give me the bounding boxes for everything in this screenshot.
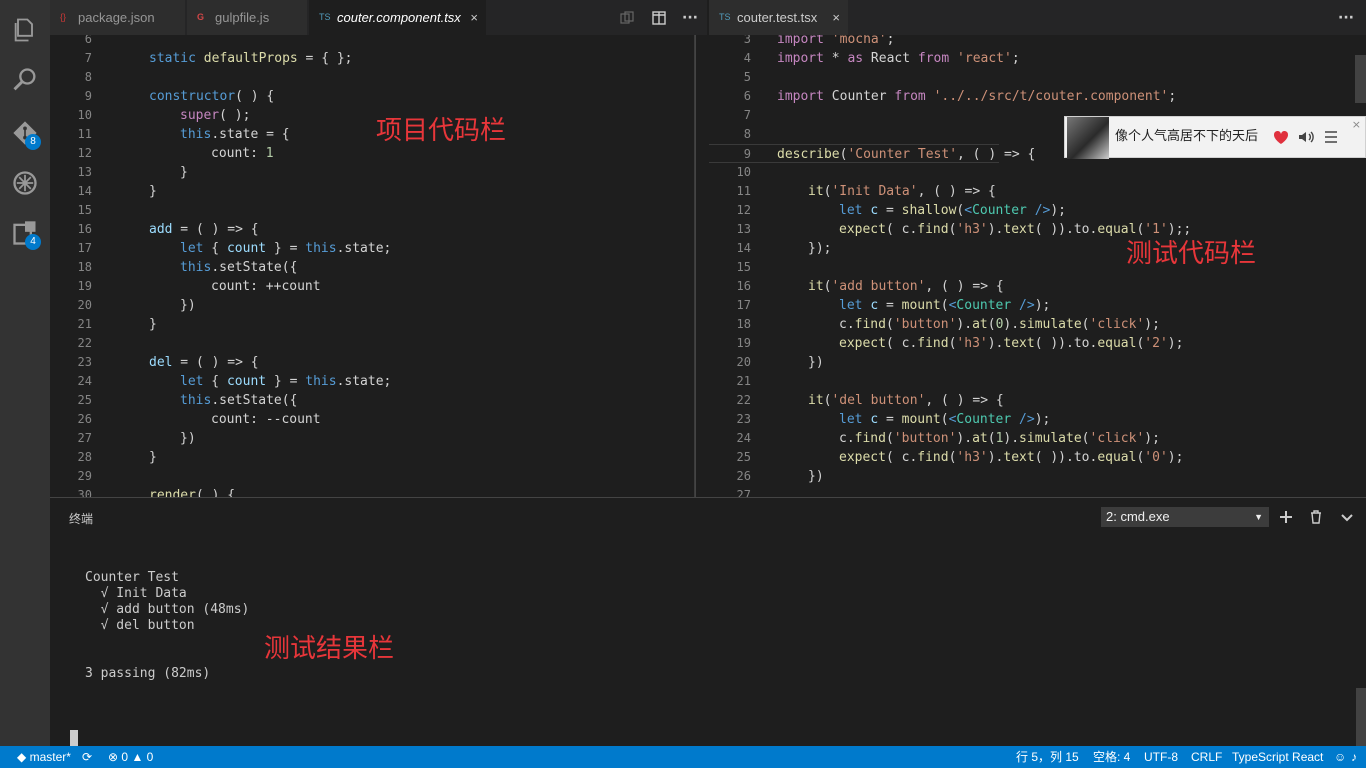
album-art[interactable] xyxy=(1067,117,1109,159)
problems-indicator[interactable]: ⊗ 0 ▲ 0 xyxy=(108,746,153,768)
git-branch-icon: ◆ xyxy=(17,750,27,764)
test-result-annotation: 测试结果栏 xyxy=(264,634,395,664)
status-bar: ◆ master* ⟳ ⊗ 0 ▲ 0 行 5，列 15 空格: 4 UTF-8… xyxy=(0,746,1366,768)
editor-splitter[interactable] xyxy=(695,35,709,497)
tab-gulpfile[interactable]: G gulpfile.js xyxy=(187,0,308,35)
split-editor-icon xyxy=(652,10,666,25)
terminal-line: 3 passing (82ms) xyxy=(85,666,211,681)
more-actions-button[interactable]: ··· xyxy=(1331,0,1361,35)
tab-label: gulpfile.js xyxy=(215,10,270,25)
tab-label: couter.component.tsx xyxy=(337,10,461,25)
extensions-button[interactable]: 4 xyxy=(0,208,50,258)
indentation[interactable]: 空格: 4 xyxy=(1093,746,1130,768)
split-editor-button[interactable] xyxy=(644,0,674,35)
cursor-position[interactable]: 行 5，列 15 xyxy=(1016,746,1079,768)
close-icon[interactable]: × xyxy=(1352,118,1361,131)
chevron-down-icon: ▼ xyxy=(1254,512,1263,522)
sync-icon[interactable]: ⟳ xyxy=(82,746,92,768)
error-icon: ⊗ xyxy=(108,750,119,764)
song-title: 像个人气高居不下的天后 xyxy=(1115,129,1259,144)
open-changes-icon xyxy=(620,10,634,24)
tsx-file-icon: TS xyxy=(319,12,331,22)
language-mode[interactable]: TypeScript React xyxy=(1232,746,1323,768)
more-actions-button[interactable]: ··· xyxy=(675,0,705,35)
right-tab-bar: TS couter.test.tsx × ··· xyxy=(709,0,1366,35)
error-count: 0 xyxy=(121,750,129,764)
source-control-button[interactable]: 8 xyxy=(0,108,50,158)
encoding[interactable]: UTF-8 xyxy=(1144,746,1178,768)
branch-name: master* xyxy=(29,750,71,764)
music-mini-player[interactable]: 像个人气高居不下的天后 × xyxy=(1064,116,1366,159)
new-terminal-button[interactable] xyxy=(1276,507,1296,527)
terminal-selected: 2: cmd.exe xyxy=(1106,509,1170,524)
plus-icon xyxy=(1280,511,1292,523)
branch-indicator[interactable]: ◆ master* xyxy=(17,746,71,768)
smiley-icon[interactable]: ☺ xyxy=(1334,746,1346,768)
terminal-output[interactable]: Counter Test √ Init Data √ add button (4… xyxy=(85,570,249,682)
left-tab-bar: {} package.json G gulpfile.js TS couter.… xyxy=(50,0,707,35)
trash-icon xyxy=(1311,510,1321,524)
tab-label: package.json xyxy=(78,10,155,25)
json-file-icon: {} xyxy=(60,12,67,22)
open-changes-button[interactable] xyxy=(612,0,642,35)
search-button[interactable] xyxy=(0,55,50,105)
test-editor[interactable]: 3 import 'mocha'; 4 import * as React from… xyxy=(709,35,1366,497)
close-icon[interactable]: × xyxy=(832,0,840,35)
search-icon xyxy=(13,68,36,91)
terminal-line: Counter Test xyxy=(85,570,179,585)
warning-count: 0 xyxy=(146,750,154,764)
chevron-down-icon xyxy=(1341,514,1353,522)
debug-icon xyxy=(13,171,37,195)
tsx-file-icon: TS xyxy=(719,12,731,22)
code-line-current: 9 describe('Counter Test', ( ) => { xyxy=(709,144,1035,163)
more-icon: ··· xyxy=(682,9,698,26)
test-code-annotation: 测试代码栏 xyxy=(1126,239,1257,269)
tab-couter-test[interactable]: TS couter.test.tsx × xyxy=(709,0,849,35)
playlist-icon[interactable] xyxy=(1322,128,1340,146)
more-icon: ··· xyxy=(1338,9,1354,26)
tab-label: couter.test.tsx xyxy=(737,10,818,25)
panel-title[interactable]: 终端 xyxy=(69,510,93,527)
scm-badge: 8 xyxy=(25,134,41,150)
debug-button[interactable] xyxy=(0,158,50,208)
project-code-annotation: 项目代码栏 xyxy=(376,116,507,146)
line-ending[interactable]: CRLF xyxy=(1191,746,1222,768)
terminal-line: √ Init Data xyxy=(85,586,187,601)
terminal-line: √ del button xyxy=(85,618,195,633)
terminal-panel: 终端 2: cmd.exe ▼ Counter Test √ Init Data… xyxy=(50,497,1366,746)
heart-icon[interactable] xyxy=(1272,128,1290,146)
explorer-button[interactable] xyxy=(0,5,50,55)
terminal-cursor xyxy=(70,730,78,746)
collapse-panel-button[interactable] xyxy=(1337,507,1357,527)
terminal-select[interactable]: 2: cmd.exe ▼ xyxy=(1101,507,1269,527)
close-icon[interactable]: × xyxy=(470,0,478,35)
tab-couter-component[interactable]: TS couter.component.tsx × xyxy=(309,0,487,35)
activity-bar: 8 4 xyxy=(0,0,50,746)
warning-icon: ▲ xyxy=(131,750,144,764)
volume-icon[interactable] xyxy=(1297,128,1315,146)
kill-terminal-button[interactable] xyxy=(1306,507,1326,527)
component-editor[interactable]: 6 7 static defaultProps = { }; 8 9 constru… xyxy=(50,35,695,497)
test-editor-scrollbar[interactable] xyxy=(1355,55,1366,103)
bell-icon[interactable]: ♪ xyxy=(1351,746,1357,768)
files-icon xyxy=(14,18,33,42)
gulp-file-icon: G xyxy=(197,12,205,22)
terminal-line: √ add button (48ms) xyxy=(85,602,250,617)
terminal-scrollbar[interactable] xyxy=(1356,688,1366,746)
extensions-badge: 4 xyxy=(25,234,41,250)
tab-package-json[interactable]: {} package.json xyxy=(50,0,186,35)
